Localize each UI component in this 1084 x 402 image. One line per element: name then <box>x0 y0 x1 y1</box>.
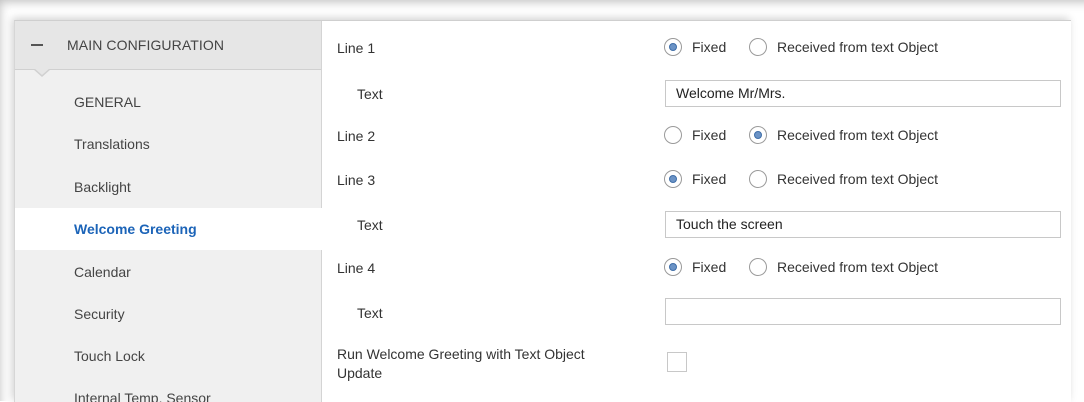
line1-received-radio[interactable] <box>749 38 767 56</box>
sidebar-item-label: Welcome Greeting <box>74 221 197 237</box>
line1-fixed-radio[interactable] <box>664 38 682 56</box>
sidebar-item-translations[interactable]: Translations <box>15 123 321 165</box>
collapse-icon[interactable] <box>31 44 43 46</box>
configuration-window: MAIN CONFIGURATION GENERAL Translations … <box>14 20 1071 402</box>
line2-fixed-label[interactable]: Fixed <box>692 127 726 143</box>
run-update-label-line2: Update <box>337 365 383 381</box>
header-pointer-inner <box>34 68 50 75</box>
line3-fixed-label[interactable]: Fixed <box>692 171 726 187</box>
line4-radio-group: Fixed Received from text Object <box>664 258 1064 280</box>
line3-received-label[interactable]: Received from text Object <box>777 171 938 187</box>
sidebar-item-label: Security <box>74 306 125 322</box>
line3-text-label: Text <box>357 217 383 233</box>
line1-fixed-label[interactable]: Fixed <box>692 39 726 55</box>
line4-fixed-label[interactable]: Fixed <box>692 259 726 275</box>
sidebar: MAIN CONFIGURATION GENERAL Translations … <box>15 21 323 402</box>
sidebar-item-security[interactable]: Security <box>15 293 321 335</box>
line2-radio-group: Fixed Received from text Object <box>664 126 1064 148</box>
sidebar-item-calendar[interactable]: Calendar <box>15 251 321 293</box>
line2-received-radio[interactable] <box>749 126 767 144</box>
line4-label: Line 4 <box>337 260 376 276</box>
sidebar-item-label: Calendar <box>74 264 131 280</box>
parameters-panel: Line 1 Fixed Received from text Object T… <box>322 21 1071 402</box>
main-configuration-header[interactable]: MAIN CONFIGURATION <box>15 21 321 77</box>
sidebar-item-label: Touch Lock <box>74 348 145 364</box>
line2-fixed-radio[interactable] <box>664 126 682 144</box>
sidebar-item-label: Backlight <box>74 179 131 195</box>
run-update-label-line1: Run Welcome Greeting with Text Object <box>337 346 585 362</box>
line3-text-field[interactable]: Touch the screen <box>665 211 1061 238</box>
line3-fixed-radio[interactable] <box>664 170 682 188</box>
line3-radio-group: Fixed Received from text Object <box>664 170 1064 192</box>
line2-received-label[interactable]: Received from text Object <box>777 127 938 143</box>
sidebar-item-welcome-greeting[interactable]: Welcome Greeting <box>15 208 323 250</box>
line4-text-field[interactable] <box>665 298 1061 325</box>
line1-radio-group: Fixed Received from text Object <box>664 38 1064 60</box>
line2-label: Line 2 <box>337 128 376 144</box>
sidebar-item-label: Translations <box>74 136 150 152</box>
main-configuration-title: MAIN CONFIGURATION <box>67 37 225 53</box>
line3-label: Line 3 <box>337 172 376 188</box>
line4-received-radio[interactable] <box>749 258 767 276</box>
sidebar-item-label: Internal Temp. Sensor <box>74 390 211 402</box>
sidebar-item-internal-temp-sensor[interactable]: Internal Temp. Sensor <box>15 377 321 402</box>
sidebar-item-touch-lock[interactable]: Touch Lock <box>15 335 321 377</box>
line3-received-radio[interactable] <box>749 170 767 188</box>
run-update-checkbox[interactable] <box>667 352 687 372</box>
sidebar-item-label: GENERAL <box>74 94 141 110</box>
sidebar-item-backlight[interactable]: Backlight <box>15 166 321 208</box>
run-update-label: Run Welcome Greeting with Text Object Up… <box>337 345 585 383</box>
line1-text-field[interactable]: Welcome Mr/Mrs. <box>665 80 1061 107</box>
line4-received-label[interactable]: Received from text Object <box>777 259 938 275</box>
line4-fixed-radio[interactable] <box>664 258 682 276</box>
line1-label: Line 1 <box>337 40 376 56</box>
line4-text-label: Text <box>357 305 383 321</box>
sidebar-item-general[interactable]: GENERAL <box>15 81 321 123</box>
line1-text-label: Text <box>357 86 383 102</box>
line1-received-label[interactable]: Received from text Object <box>777 39 938 55</box>
